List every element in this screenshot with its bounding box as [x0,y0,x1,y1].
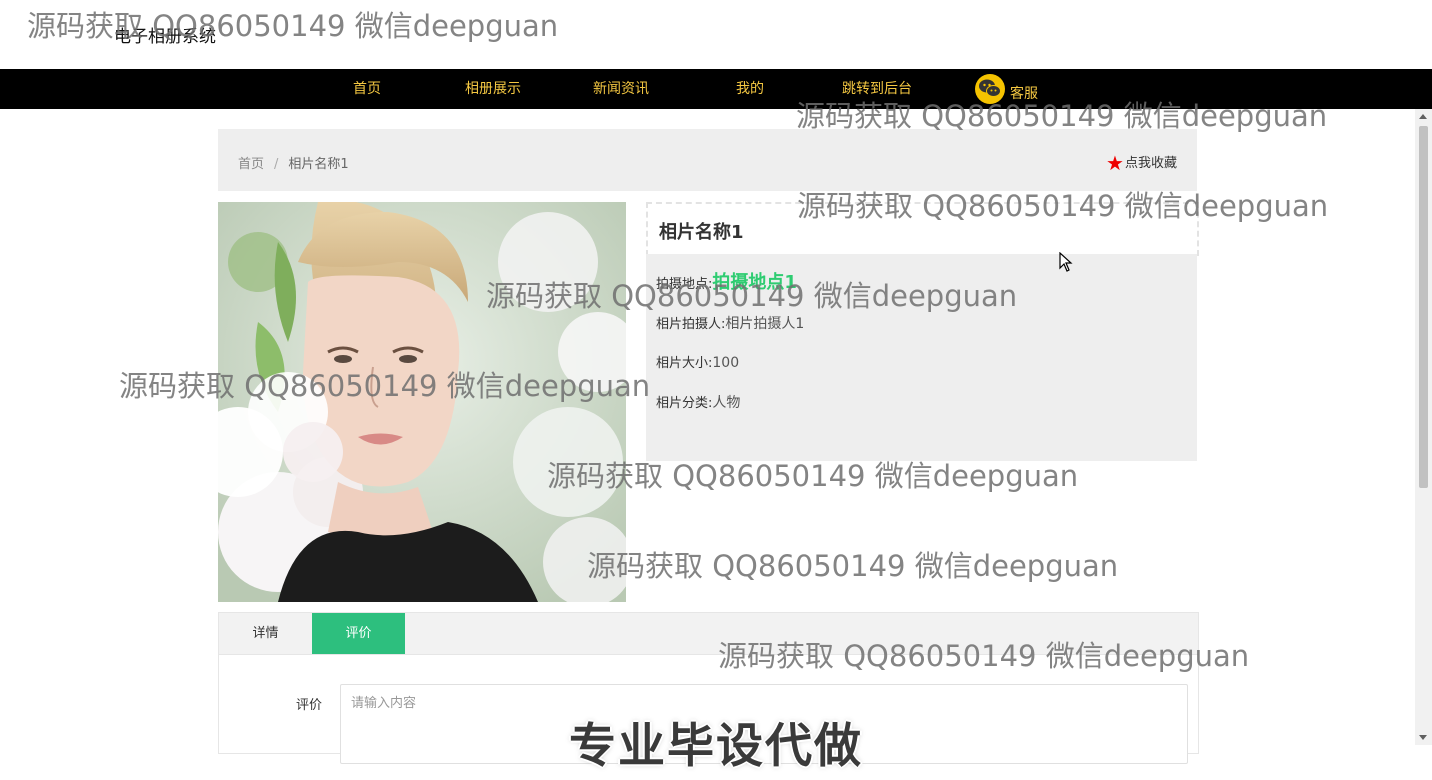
nav-mine[interactable]: 我的 [736,69,764,109]
review-input[interactable] [340,684,1188,764]
info-location-value: 拍摄地点1 [712,272,797,293]
scroll-up-arrow-icon[interactable] [1419,114,1427,119]
nav-news[interactable]: 新闻资讯 [593,69,649,109]
info-size-value: 100 [712,355,740,371]
mouse-cursor-icon [1059,251,1073,276]
scroll-down-arrow-icon[interactable] [1419,735,1427,740]
info-category-value: 人物 [712,395,741,411]
nav-customer-service[interactable]: 客服 [1010,74,1038,114]
photo-info: 拍摄地点:拍摄地点1 相片拍摄人:相片拍摄人1 相片大小:100 相片分类:人物 [646,254,1197,461]
info-photographer: 相片拍摄人:相片拍摄人1 [656,313,804,333]
page-scrollbar[interactable] [1415,109,1432,745]
nav-album[interactable]: 相册展示 [465,69,521,109]
info-category: 相片分类:人物 [656,392,740,412]
breadcrumb-bar: 首页 / 相片名称1 ★点我收藏 [218,129,1197,191]
watermark: 源码获取 QQ86050149 微信deepguan [587,549,1119,583]
watermark: 源码获取 QQ86050149 微信deepguan [27,9,559,43]
site-title: 电子相册系统 [114,27,216,47]
info-size-label: 相片大小: [656,356,713,371]
info-category-label: 相片分类: [656,396,713,411]
tab-review[interactable]: 评价 [312,613,405,654]
tab-details[interactable]: 详情 [219,613,312,654]
info-photographer-value: 相片拍摄人1 [725,316,805,332]
review-label: 评价 [296,698,323,713]
top-nav: 首页 相册展示 新闻资讯 我的 跳转到后台 客服 [0,69,1432,109]
breadcrumb-separator: / [274,157,279,172]
photo-title-box: 相片名称1 [646,202,1199,256]
nav-admin[interactable]: 跳转到后台 [842,69,912,109]
info-photographer-label: 相片拍摄人: [656,317,726,332]
info-location-label: 拍摄地点: [656,277,713,292]
star-icon: ★ [1106,151,1124,175]
photo-image [218,202,626,602]
info-location: 拍摄地点:拍摄地点1 [656,268,797,294]
breadcrumb-current: 相片名称1 [288,157,349,172]
breadcrumb: 首页 / 相片名称1 [238,153,349,172]
photo-title: 相片名称1 [659,222,744,243]
breadcrumb-home[interactable]: 首页 [238,157,264,172]
detail-tabs: 详情 评价 评价 [218,612,1199,764]
nav-home[interactable]: 首页 [353,69,381,109]
tabs-bar: 详情 评价 [219,613,1198,655]
scroll-thumb[interactable] [1419,126,1428,488]
info-size: 相片大小:100 [656,352,739,371]
wechat-icon[interactable] [975,74,1005,104]
favorite-button[interactable]: ★点我收藏 [1106,151,1177,175]
favorite-label: 点我收藏 [1124,156,1177,171]
